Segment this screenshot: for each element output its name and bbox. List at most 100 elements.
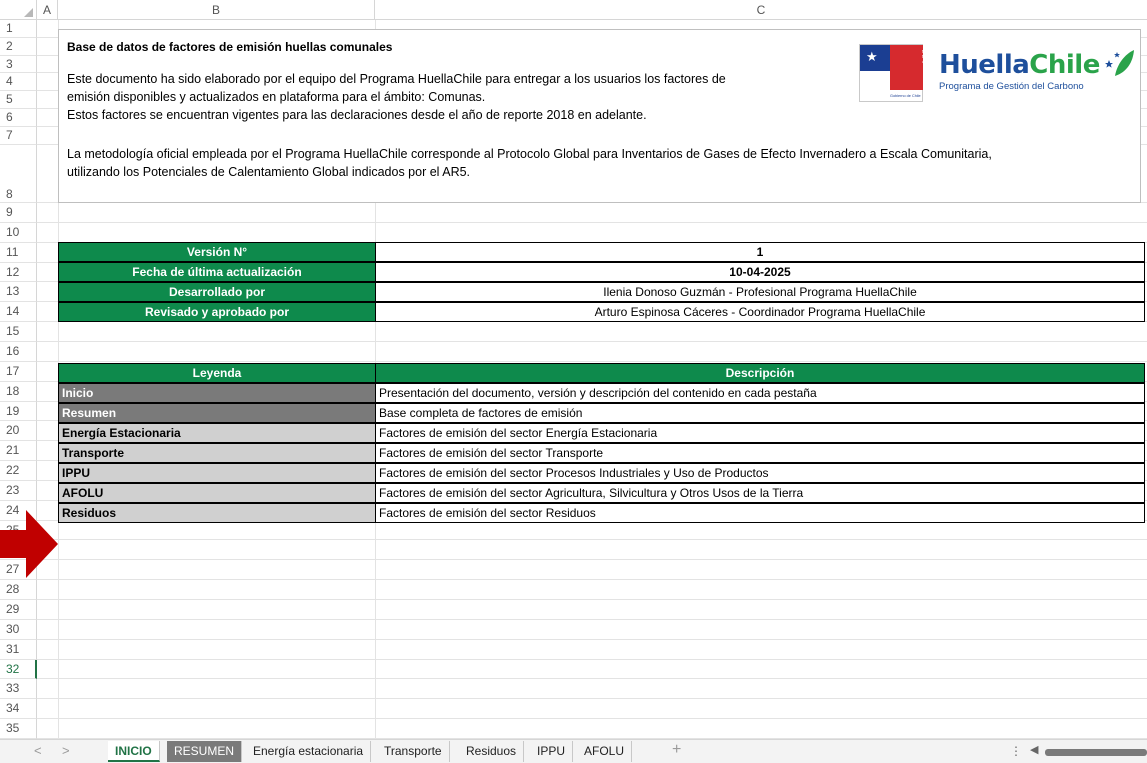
row-header-33[interactable]: 33 — [0, 679, 37, 700]
row-header-32[interactable]: 32 — [0, 659, 37, 680]
grid-line — [37, 618, 1147, 620]
row-header-21[interactable]: 21 — [0, 441, 37, 462]
sheet-tab-transporte[interactable]: Transporte — [377, 741, 450, 762]
more-options-icon[interactable]: ⋮ — [1010, 744, 1022, 758]
row-header-28[interactable]: 28 — [0, 580, 37, 601]
grid-line — [37, 599, 1147, 601]
grid-line — [37, 559, 1147, 561]
legend-description-cell[interactable]: Factores de emisión del sector Energía E… — [375, 423, 1145, 443]
intro-line-3: Estos factores se encuentran vigentes pa… — [67, 108, 647, 122]
row-header-2[interactable]: 2 — [0, 37, 37, 56]
huellachile-subtitle: Programa de Gestión del Carbono — [939, 81, 1084, 92]
grid-line — [37, 698, 1147, 700]
row-header-8[interactable]: 8 — [0, 144, 37, 203]
legend-header: Leyenda — [58, 363, 376, 383]
version-value-cell[interactable]: 1 — [375, 242, 1145, 262]
grid-line — [37, 718, 1147, 720]
legend-name-cell[interactable]: IPPU — [58, 463, 376, 483]
row-header-34[interactable]: 34 — [0, 699, 37, 720]
legend-description-cell[interactable]: Factores de emisión del sector Residuos — [375, 503, 1145, 523]
intro-line-4: La metodología oficial empleada por el P… — [67, 147, 992, 161]
legend-name-cell[interactable]: Energía Estacionaria — [58, 423, 376, 443]
grid-line — [37, 221, 1147, 223]
sheet-tab-bar: < > INICIO RESUMEN Energía estacionaria Tra… — [0, 739, 1147, 763]
sheet-tab-residuos[interactable]: Residuos — [459, 741, 525, 762]
row-header-19[interactable]: 19 — [0, 401, 37, 422]
row-header-17[interactable]: 17 — [0, 361, 37, 382]
row-header-7[interactable]: 7 — [0, 126, 37, 145]
grid-line — [37, 539, 1147, 541]
version-value-cell[interactable]: Arturo Espinosa Cáceres - Coordinador Pr… — [375, 302, 1145, 322]
row-header-35[interactable]: 35 — [0, 719, 37, 739]
next-sheet-button[interactable]: > — [62, 743, 70, 758]
row-header-18[interactable]: 18 — [0, 381, 37, 402]
version-label-cell: Revisado y aprobado por — [58, 302, 376, 322]
row-header-4[interactable]: 4 — [0, 73, 37, 92]
row-header-14[interactable]: 14 — [0, 302, 37, 323]
row-header-30[interactable]: 30 — [0, 619, 37, 640]
row-header-16[interactable]: 16 — [0, 341, 37, 362]
government-logo: ★ Ministerio del Medio Ambiente Gobierno… — [859, 44, 949, 102]
row-header-11[interactable]: 11 — [0, 242, 37, 263]
prev-sheet-button[interactable]: < — [34, 743, 42, 758]
legend-description-cell[interactable]: Factores de emisión del sector Transport… — [375, 443, 1145, 463]
row-header-3[interactable]: 3 — [0, 55, 37, 74]
add-sheet-button[interactable]: + — [672, 741, 681, 759]
red-arrow-icon — [0, 510, 58, 578]
sheet-tab-ippu[interactable]: IPPU — [530, 741, 574, 762]
sheet-tab-afolu[interactable]: AFOLU — [577, 741, 633, 762]
column-header-c[interactable]: C — [375, 0, 1147, 20]
grid-line — [37, 360, 1147, 362]
grid-line — [37, 340, 1147, 342]
row-header-10[interactable]: 10 — [0, 222, 37, 243]
intro-line-2: emisión disponibles y actualizados en pl… — [67, 90, 486, 104]
intro-line-1: Este documento ha sido elaborado por el … — [67, 72, 726, 86]
version-label-cell: Desarrollado por — [58, 282, 376, 302]
sheet-tab-inicio[interactable]: INICIO — [108, 741, 160, 762]
legend-name-cell[interactable]: Transporte — [58, 443, 376, 463]
grid-line — [37, 678, 1147, 680]
grid-line — [37, 638, 1147, 640]
legend-name-cell[interactable]: AFOLU — [58, 483, 376, 503]
horizontal-scrollbar[interactable] — [1045, 749, 1147, 756]
column-header-a[interactable]: A — [37, 0, 58, 20]
legend-description-cell[interactable]: Base completa de factores de emisión — [375, 403, 1145, 423]
row-header-6[interactable]: 6 — [0, 109, 37, 127]
row-header-1[interactable]: 1 — [0, 20, 37, 38]
row-header-23[interactable]: 23 — [0, 480, 37, 501]
grid-line — [37, 579, 1147, 581]
scroll-left-icon[interactable]: ◀ — [1030, 743, 1038, 756]
select-all-corner[interactable] — [0, 0, 37, 20]
logo-area: ★ Ministerio del Medio Ambiente Gobierno… — [859, 42, 1139, 104]
intro-line-5: utilizando los Potenciales de Calentamie… — [67, 165, 471, 179]
version-label-cell: Versión N° — [58, 242, 376, 262]
version-value-cell[interactable]: Ilenia Donoso Guzmán - Profesional Progr… — [375, 282, 1145, 302]
column-header-b[interactable]: B — [58, 0, 375, 20]
description-header: Descripción — [375, 363, 1145, 383]
row-header-20[interactable]: 20 — [0, 421, 37, 442]
row-header-5[interactable]: 5 — [0, 91, 37, 109]
legend-description-cell[interactable]: Presentación del documento, versión y de… — [375, 383, 1145, 403]
row-header-13[interactable]: 13 — [0, 282, 37, 303]
legend-description-cell[interactable]: Factores de emisión del sector Agricultu… — [375, 483, 1145, 503]
document-title: Base de datos de factores de emisión hue… — [67, 40, 393, 54]
legend-name-cell[interactable]: Residuos — [58, 503, 376, 523]
sheet-tab-energía-estacionaria[interactable]: Energía estacionaria — [246, 741, 372, 762]
grid-line — [37, 658, 1147, 660]
row-header-12[interactable]: 12 — [0, 262, 37, 283]
legend-name-cell[interactable]: Resumen — [58, 403, 376, 423]
row-header-31[interactable]: 31 — [0, 639, 37, 660]
row-header-9[interactable]: 9 — [0, 203, 37, 223]
huellachile-logo: HuellaChile — [939, 50, 1100, 80]
row-header-29[interactable]: 29 — [0, 600, 37, 620]
legend-name-cell[interactable]: Inicio — [58, 383, 376, 403]
legend-description-cell[interactable]: Factores de emisión del sector Procesos … — [375, 463, 1145, 483]
version-value-cell[interactable]: 10-04-2025 — [375, 262, 1145, 282]
column-header-row: A B C — [0, 0, 1147, 20]
sheet-tab-resumen[interactable]: RESUMEN — [167, 741, 243, 762]
row-header-22[interactable]: 22 — [0, 461, 37, 481]
version-label-cell: Fecha de última actualización — [58, 262, 376, 282]
row-header-15[interactable]: 15 — [0, 322, 37, 342]
intro-text-box: Base de datos de factores de emisión hue… — [58, 29, 1141, 203]
leaf-stars-icon — [1105, 50, 1134, 76]
